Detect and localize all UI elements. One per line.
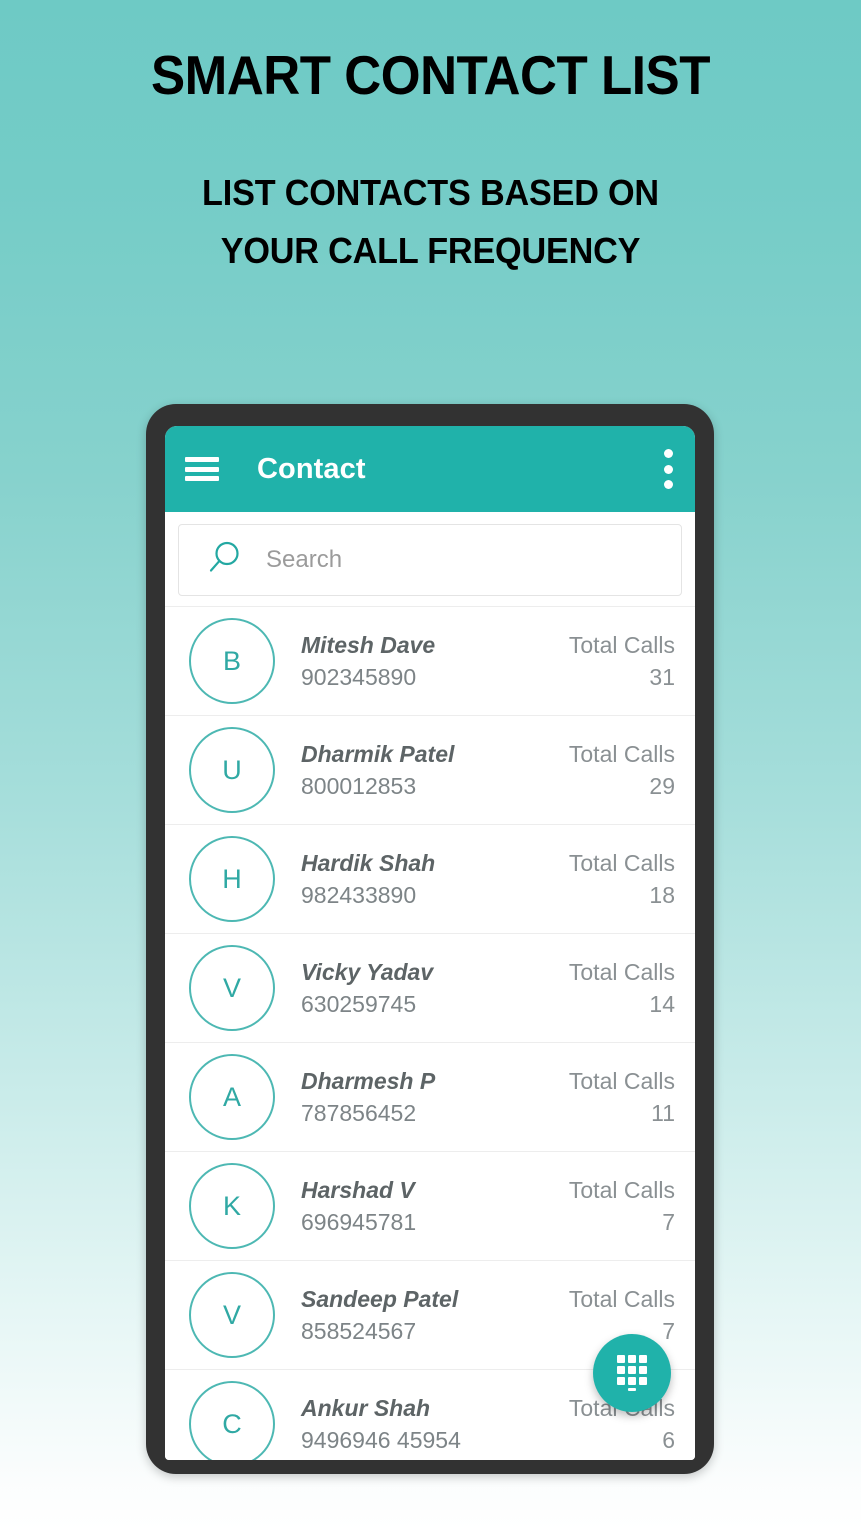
contact-info: Dharmesh P 787856452 [301,1065,569,1129]
avatar: V [189,945,275,1031]
list-item[interactable]: K Harshad V 696945781 Total Calls 7 [165,1151,695,1260]
contact-info: Ankur Shah 9496946 45954 [301,1392,569,1456]
avatar: B [189,618,275,704]
avatar-initial: V [222,1299,241,1330]
call-stats: Total Calls 29 [569,738,675,802]
more-vertical-icon[interactable] [663,449,673,489]
search-area: Search [165,512,695,606]
contact-phone: 630259745 [301,991,417,1017]
avatar: U [189,727,275,813]
page-subtitle-line-2: YOUR CALL FREQUENCY [220,230,641,271]
total-calls-label: Total Calls [568,1177,675,1203]
promo-header: SMART CONTACT LIST LIST CONTACTS BASED O… [0,0,861,280]
contact-phone: 902345890 [301,664,417,690]
search-input[interactable]: Search [178,524,682,596]
total-calls-count: 31 [649,664,675,690]
total-calls-count: 6 [662,1427,675,1453]
avatar: K [189,1163,275,1249]
contact-name: Harshad V [301,1177,415,1203]
call-stats: Total Calls 14 [569,956,675,1020]
avatar-initial: B [222,645,241,676]
contact-name: Hardik Shah [301,850,436,876]
contact-phone: 858524567 [301,1318,417,1344]
search-icon [205,539,243,582]
total-calls-count: 11 [651,1100,675,1126]
phone-device-frame: Contact Search B Mitesh Dave 902345890 T… [146,404,714,1474]
list-item[interactable]: H Hardik Shah 982433890 Total Calls 18 [165,824,695,933]
dialpad-icon [614,1351,650,1396]
contact-name: Dharmik Patel [301,741,455,767]
avatar: H [189,836,275,922]
avatar-initial: U [222,754,242,785]
total-calls-label: Total Calls [568,1286,675,1312]
hamburger-menu-icon[interactable] [185,457,219,481]
contact-info: Harshad V 696945781 [301,1174,569,1238]
call-stats: Total Calls 11 [569,1065,675,1129]
call-stats: Total Calls 31 [569,629,675,693]
total-calls-count: 18 [649,882,675,908]
total-calls-label: Total Calls [568,1068,675,1094]
page-subtitle-line-1: LIST CONTACTS BASED ON [202,172,659,213]
avatar-initial: K [222,1190,241,1221]
contact-name: Ankur Shah [301,1395,431,1421]
total-calls-label: Total Calls [568,959,675,985]
contact-list[interactable]: B Mitesh Dave 902345890 Total Calls 31 U… [165,606,695,1460]
total-calls-count: 29 [649,773,675,799]
total-calls-count: 14 [649,991,675,1017]
avatar-initial: V [222,972,241,1003]
app-bar-title: Contact [257,452,366,485]
contact-phone: 9496946 45954 [301,1427,461,1453]
contact-phone: 787856452 [301,1100,417,1126]
list-item[interactable]: B Mitesh Dave 902345890 Total Calls 31 [165,606,695,715]
total-calls-label: Total Calls [568,741,675,767]
avatar: V [189,1272,275,1358]
contact-phone: 982433890 [301,882,417,908]
avatar-initial: C [222,1408,242,1439]
dialpad-fab-button[interactable] [593,1334,671,1412]
avatar-initial: H [222,863,242,894]
total-calls-label: Total Calls [568,850,675,876]
page-title: SMART CONTACT LIST [151,44,710,106]
search-placeholder: Search [266,546,343,573]
app-bar: Contact [165,426,695,512]
contact-info: Dharmik Patel 800012853 [301,738,569,802]
contact-info: Hardik Shah 982433890 [301,847,569,911]
total-calls-count: 7 [662,1209,675,1235]
call-stats: Total Calls 18 [569,847,675,911]
avatar: C [189,1381,275,1460]
contact-name: Mitesh Dave [301,632,436,658]
contact-phone: 696945781 [301,1209,417,1235]
list-item[interactable]: A Dharmesh P 787856452 Total Calls 11 [165,1042,695,1151]
contact-name: Dharmesh P [301,1068,436,1094]
avatar-initial: A [222,1081,241,1112]
contact-info: Sandeep Patel 858524567 [301,1283,569,1347]
list-item[interactable]: U Dharmik Patel 800012853 Total Calls 29 [165,715,695,824]
contact-info: Mitesh Dave 902345890 [301,629,569,693]
contact-info: Vicky Yadav 630259745 [301,956,569,1020]
call-stats: Total Calls 7 [569,1174,675,1238]
page-subtitle: LIST CONTACTS BASED ON YOUR CALL FREQUEN… [22,106,840,280]
contact-name: Sandeep Patel [301,1286,459,1312]
total-calls-label: Total Calls [568,632,675,658]
contact-phone: 800012853 [301,773,417,799]
avatar: A [189,1054,275,1140]
list-item[interactable]: V Vicky Yadav 630259745 Total Calls 14 [165,933,695,1042]
contact-name: Vicky Yadav [301,959,434,985]
phone-screen: Contact Search B Mitesh Dave 902345890 T… [165,426,695,1460]
